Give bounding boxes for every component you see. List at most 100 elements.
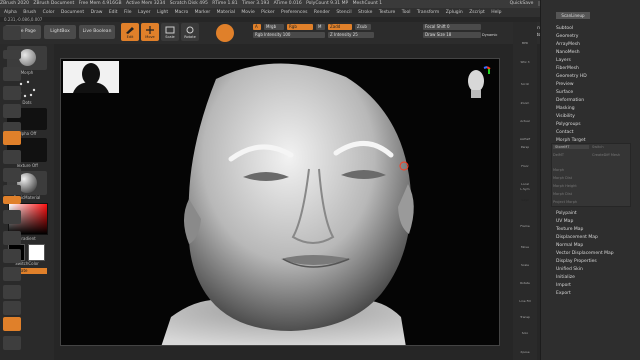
- palette-display-properties[interactable]: Display Properties: [556, 259, 597, 264]
- palette-geometry-hd[interactable]: Geometry HD: [556, 74, 587, 79]
- lightbox-button[interactable]: LightBox: [44, 25, 76, 39]
- rgb-intensity-slider[interactable]: Rgb Intensity 100: [253, 32, 325, 38]
- zadd-toggle[interactable]: Zadd: [328, 24, 352, 30]
- transp-button[interactable]: [3, 301, 21, 315]
- palette-normal-map[interactable]: Normal Map: [556, 243, 583, 248]
- menu-render[interactable]: Render: [314, 10, 330, 15]
- menu-help[interactable]: Help: [491, 10, 501, 15]
- palette-texture-map[interactable]: Texture Map: [556, 227, 583, 232]
- menu-marker[interactable]: Marker: [195, 10, 211, 15]
- live-boolean-button[interactable]: Live Boolean: [79, 25, 115, 39]
- morph-height-slider[interactable]: Morph Height: [553, 184, 577, 188]
- menu-zscript[interactable]: Zscript: [469, 10, 485, 15]
- palette-vector-displacement-map[interactable]: Vector Displacement Map: [556, 251, 614, 256]
- focal-shift-slider[interactable]: Focal Shift 0: [423, 24, 481, 30]
- create-diff-mesh-button[interactable]: CreateDiff Mesh: [592, 153, 620, 157]
- menu-color[interactable]: Color: [43, 10, 55, 15]
- gxyz-button[interactable]: [3, 196, 21, 204]
- move-mode-button[interactable]: Move: [141, 23, 159, 41]
- material-sphere-icon[interactable]: [216, 24, 234, 42]
- dynamic-toggle[interactable]: Dynamic: [482, 32, 497, 38]
- edit-mode-button[interactable]: Edit: [121, 23, 139, 41]
- menu-edit[interactable]: Edit: [109, 10, 118, 15]
- z-intensity-slider[interactable]: Z Intensity 25: [328, 32, 374, 38]
- menu-tool[interactable]: Tool: [402, 10, 411, 15]
- mrgb-toggle[interactable]: Mrgb: [264, 24, 284, 30]
- xpose-button[interactable]: [3, 336, 21, 350]
- menu-texture[interactable]: Texture: [379, 10, 395, 15]
- palette-arraymesh[interactable]: ArrayMesh: [556, 42, 580, 47]
- palette-displacement-map[interactable]: Displacement Map: [556, 235, 598, 240]
- palette-import[interactable]: Import: [556, 283, 571, 288]
- menu-macro[interactable]: Macro: [175, 10, 189, 15]
- palette-visibility[interactable]: Visibility: [556, 114, 575, 119]
- menu-stroke[interactable]: Stroke: [358, 10, 372, 15]
- palette-uv-map[interactable]: UV Map: [556, 219, 573, 224]
- m-toggle[interactable]: M: [316, 24, 325, 30]
- a-toggle[interactable]: A: [253, 24, 261, 30]
- palette-masking[interactable]: Masking: [556, 106, 575, 111]
- menu-document[interactable]: Document: [61, 10, 84, 15]
- palette-unified-skin[interactable]: Unified Skin: [556, 267, 583, 272]
- menu-picker[interactable]: Picker: [261, 10, 274, 15]
- line-fill-button[interactable]: [3, 285, 21, 299]
- rgb-toggle[interactable]: Rgb: [287, 24, 313, 30]
- morph-dist-slider[interactable]: Morph Dist: [553, 176, 572, 180]
- menu-zplugin[interactable]: Zplugin: [446, 10, 463, 15]
- menu-movie[interactable]: Movie: [241, 10, 254, 15]
- move-view-button[interactable]: [3, 231, 21, 245]
- menu-file[interactable]: File: [124, 10, 132, 15]
- scanlineup-button[interactable]: ScanLineup: [556, 12, 590, 19]
- palette-polygroups[interactable]: Polygroups: [556, 122, 581, 127]
- palette-export[interactable]: Export: [556, 291, 571, 296]
- menu-material[interactable]: Material: [217, 10, 235, 15]
- rotate-mode-button[interactable]: Rotate: [181, 23, 199, 41]
- menu-layer[interactable]: Layer: [138, 10, 151, 15]
- palette-deformation[interactable]: Deformation: [556, 98, 584, 103]
- delmt-button[interactable]: DelMT: [553, 153, 564, 157]
- palette-nanomesh[interactable]: NanoMesh: [556, 50, 580, 55]
- frame-button[interactable]: [3, 210, 21, 224]
- primary-color-swatch[interactable]: [28, 244, 45, 261]
- menu-transform[interactable]: Transform: [417, 10, 439, 15]
- zsub-toggle[interactable]: Zsub: [355, 24, 371, 30]
- menu-preferences[interactable]: Preferences: [281, 10, 307, 15]
- scale-view-button[interactable]: [3, 249, 21, 263]
- palette-polypaint[interactable]: Polypaint: [556, 211, 577, 216]
- palette-layers[interactable]: Layers: [556, 58, 571, 63]
- persp-button[interactable]: [3, 131, 21, 145]
- morph-brush-button[interactable]: Morph: [553, 168, 564, 172]
- bpr-button[interactable]: [3, 26, 21, 40]
- local-button[interactable]: [3, 168, 21, 182]
- rotate-view-button[interactable]: [3, 267, 21, 281]
- floor-button[interactable]: [3, 150, 21, 164]
- project-morph-button[interactable]: Project Morph: [553, 200, 577, 204]
- menu-draw[interactable]: Draw: [91, 10, 103, 15]
- scroll-button[interactable]: [3, 67, 21, 81]
- quicksave-button[interactable]: QuickSave: [510, 1, 534, 6]
- document-canvas[interactable]: [60, 58, 500, 346]
- menu-brush[interactable]: Brush: [23, 10, 36, 15]
- storemt-button[interactable]: StoreMT: [553, 145, 589, 149]
- zoom-button[interactable]: [3, 86, 21, 100]
- sculpted-head-model[interactable]: [61, 59, 500, 346]
- orientation-head-icon[interactable]: [461, 65, 491, 101]
- morph-dist-2-slider[interactable]: Morph Dist: [553, 192, 572, 196]
- palette-fibermesh[interactable]: FiberMesh: [556, 66, 579, 71]
- scale-mode-button[interactable]: Scale: [161, 23, 179, 41]
- menu-stencil[interactable]: Stencil: [336, 10, 351, 15]
- palette-geometry[interactable]: Geometry: [556, 34, 578, 39]
- spix-slider[interactable]: [3, 50, 21, 59]
- solo-button[interactable]: [3, 317, 21, 331]
- actual-button[interactable]: [3, 104, 21, 118]
- palette-contact[interactable]: Contact: [556, 130, 574, 135]
- draw-size-slider[interactable]: Draw Size 18: [423, 32, 481, 38]
- palette-initialize[interactable]: Initialize: [556, 275, 575, 280]
- switch-button[interactable]: Switch: [592, 145, 604, 149]
- lsym-button[interactable]: [3, 185, 21, 195]
- palette-preview[interactable]: Preview: [556, 82, 574, 87]
- menu-light[interactable]: Light: [157, 10, 168, 15]
- palette-surface[interactable]: Surface: [556, 90, 573, 95]
- palette-subtool[interactable]: Subtool: [556, 26, 573, 31]
- menu-alpha[interactable]: Alpha: [4, 10, 17, 15]
